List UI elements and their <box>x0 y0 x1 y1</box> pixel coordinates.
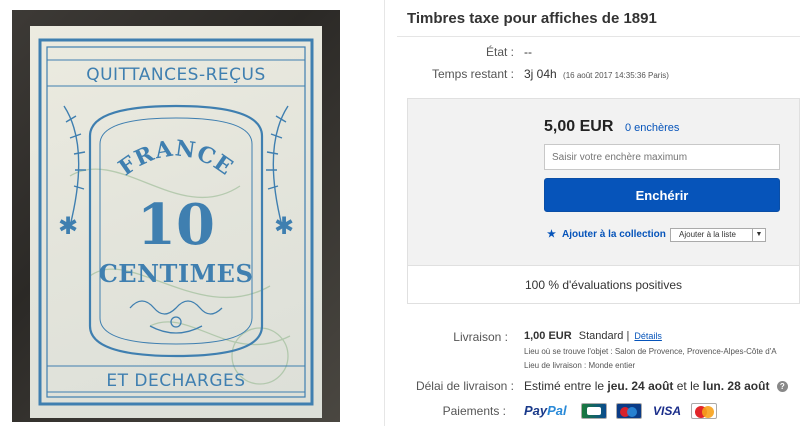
item-photo[interactable]: QUITTANCES-REÇUS ✱ ✱ FRANCE 10 CENTIMES … <box>12 10 340 422</box>
stamp-country: FRANCE <box>114 135 237 181</box>
time-left-detail: (16 août 2017 14:35:36 Paris) <box>563 71 669 80</box>
paypal-logo: PayPal <box>524 403 567 419</box>
stamp-image: QUITTANCES-REÇUS ✱ ✱ FRANCE 10 CENTIMES … <box>30 26 322 418</box>
stamp-value: 10 <box>137 192 215 258</box>
shipping-row: 1,00 EUR Standard | Détails <box>524 330 662 342</box>
time-left-row: 3j 04h (16 août 2017 14:35:36 Paris) <box>524 67 669 81</box>
seller-feedback-panel: 100 % d'évaluations positives <box>407 266 800 304</box>
delivery-date-to: lun. 28 août <box>702 379 770 393</box>
shipping-details-link[interactable]: Détails <box>634 331 662 341</box>
listing-title: Timbres taxe pour affiches de 1891 <box>407 10 657 27</box>
add-to-collection-link[interactable]: ★ Ajouter à la collection <box>547 229 666 240</box>
item-state-label: État : <box>485 45 514 59</box>
seller-feedback: 100 % d'évaluations positives <box>524 278 683 292</box>
bid-count-link[interactable]: 0 enchères <box>625 122 679 134</box>
place-bid-button[interactable]: Enchérir <box>544 178 780 212</box>
current-price: 5,00 EUR <box>544 118 614 135</box>
star-icon: ★ <box>547 229 556 240</box>
payment-methods: PayPal VISA <box>524 402 721 420</box>
svg-text:FRANCE: FRANCE <box>114 135 238 181</box>
stamp-top-text: QUITTANCES-REÇUS <box>86 65 266 85</box>
watchlist-select[interactable]: Ajouter à la liste ▼ <box>670 228 766 242</box>
delivery-mid: et le <box>673 379 703 393</box>
title-divider <box>397 36 800 37</box>
carte-bleue-icon <box>581 402 608 419</box>
delivery-prefix: Estimé entre le <box>524 379 608 393</box>
bid-panel: 5,00 EUR 0 enchères Enchérir ★ Ajouter à … <box>407 98 800 266</box>
mastercard-icon <box>691 402 718 419</box>
stamp-unit: CENTIMES <box>99 259 254 288</box>
max-bid-input[interactable] <box>544 144 780 170</box>
shipping-label: Livraison : <box>453 330 508 344</box>
time-left-value: 3j 04h <box>524 67 557 81</box>
delivery-label: Délai de livraison : <box>415 379 514 393</box>
shipping-service: Standard | <box>578 330 630 342</box>
add-to-collection-label: Ajouter à la collection <box>561 229 666 240</box>
maestro-icon <box>615 402 642 419</box>
time-left-label: Temps restant : <box>431 67 514 81</box>
shipping-cost: 1,00 EUR <box>524 330 572 342</box>
watchlist-select-label: Ajouter à la liste <box>679 230 736 239</box>
item-image-viewer[interactable]: QUITTANCES-REÇUS ✱ ✱ FRANCE 10 CENTIMES … <box>0 0 385 426</box>
svg-text:✱: ✱ <box>274 212 294 240</box>
ships-to: Lieu de livraison : Monde entier <box>524 361 636 370</box>
stamp-bottom-text: ET DECHARGES <box>106 371 245 391</box>
delivery-estimate: Estimé entre le jeu. 24 août et le lun. … <box>524 379 788 393</box>
visa-logo: VISA <box>653 403 682 418</box>
item-location: Lieu où se trouve l'objet : Salon de Pro… <box>524 347 777 356</box>
item-state-value: -- <box>524 45 532 59</box>
svg-text:✱: ✱ <box>58 212 78 240</box>
payments-label: Paiements : <box>442 404 506 418</box>
delivery-date-from: jeu. 24 août <box>607 379 674 393</box>
help-icon[interactable]: ? <box>776 381 788 393</box>
dropdown-caret-icon[interactable]: ▼ <box>752 229 765 241</box>
